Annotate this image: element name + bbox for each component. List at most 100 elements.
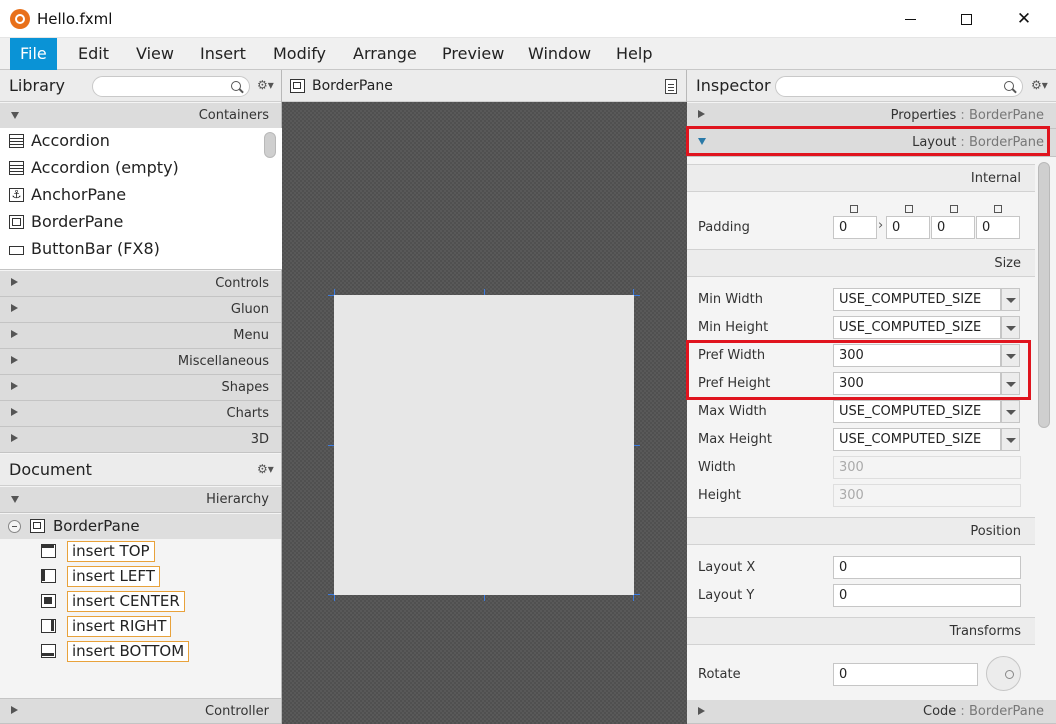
maximize-button[interactable]: [936, 0, 996, 38]
code-section[interactable]: Code : BorderPane: [687, 700, 1056, 724]
list-item[interactable]: BorderPane: [0, 209, 260, 236]
inspector-scrollbar[interactable]: [1038, 162, 1050, 428]
expand-arrow-icon: [11, 382, 18, 390]
controller-section[interactable]: Controller: [0, 698, 281, 724]
padding-bottom-field[interactable]: 0: [931, 216, 975, 239]
pref-width-dropdown[interactable]: [1001, 344, 1020, 367]
expand-arrow-icon: [698, 110, 705, 118]
section-label: Controls: [215, 276, 269, 291]
section-target: BorderPane: [968, 108, 1044, 123]
properties-section[interactable]: Properties : BorderPane: [687, 103, 1056, 129]
library-scrollbar[interactable]: [264, 132, 276, 158]
insert-bottom-slot[interactable]: insert BOTTOM: [67, 641, 190, 662]
library-section-3d[interactable]: 3D: [0, 427, 281, 453]
min-width-combo[interactable]: USE_COMPUTED_SIZE: [833, 288, 1001, 311]
library-section-shapes[interactable]: Shapes: [0, 375, 281, 401]
max-height-combo[interactable]: USE_COMPUTED_SIZE: [833, 428, 1001, 451]
library-section-gluon[interactable]: Gluon: [0, 297, 281, 323]
max-width-dropdown[interactable]: [1001, 400, 1020, 423]
max-height-dropdown[interactable]: [1001, 428, 1020, 451]
rotate-field[interactable]: 0: [833, 663, 978, 686]
section-label: Properties : BorderPane: [891, 108, 1044, 123]
link-arrow-icon[interactable]: ›: [878, 218, 883, 233]
document-header: Document ⚙▾: [0, 454, 281, 486]
list-item[interactable]: Accordion (empty): [0, 155, 260, 182]
menu-edit[interactable]: Edit: [68, 38, 119, 70]
menu-help[interactable]: Help: [606, 38, 662, 70]
hierarchy-row[interactable]: insert RIGHT: [0, 614, 281, 639]
group-internal: Internal: [687, 164, 1035, 192]
library-section-charts[interactable]: Charts: [0, 401, 281, 427]
handle-mark: [634, 594, 640, 595]
layout-section[interactable]: Layout : BorderPane: [687, 129, 1056, 157]
min-width-label: Min Width: [698, 292, 763, 307]
rotate-knob[interactable]: [986, 656, 1021, 691]
insert-center-slot[interactable]: insert CENTER: [67, 591, 185, 612]
max-width-combo[interactable]: USE_COMPUTED_SIZE: [833, 400, 1001, 423]
min-height-combo[interactable]: USE_COMPUTED_SIZE: [833, 316, 1001, 339]
padding-right-icon: [905, 205, 913, 213]
collapse-icon[interactable]: [8, 520, 21, 533]
height-readonly-field: 300: [833, 484, 1021, 507]
handle-mark: [328, 295, 334, 296]
menu-arrange[interactable]: Arrange: [343, 38, 427, 70]
pref-height-dropdown[interactable]: [1001, 372, 1020, 395]
insert-right-slot[interactable]: insert RIGHT: [67, 616, 172, 637]
padding-right-field[interactable]: 0: [886, 216, 930, 239]
section-target: BorderPane: [968, 704, 1044, 719]
menu-preview[interactable]: Preview: [432, 38, 514, 70]
list-item[interactable]: ButtonBar (FX8): [0, 236, 260, 263]
hierarchy-root-row[interactable]: BorderPane: [0, 514, 281, 539]
menu-modify[interactable]: Modify: [263, 38, 336, 70]
hierarchy-row[interactable]: insert CENTER: [0, 589, 281, 614]
borderpane-icon: [290, 79, 305, 93]
pref-height-combo[interactable]: 300: [833, 372, 1001, 395]
borderpane-preview[interactable]: [334, 295, 634, 595]
section-label: Layout : BorderPane: [912, 135, 1044, 150]
min-height-dropdown[interactable]: [1001, 316, 1020, 339]
design-canvas[interactable]: [282, 102, 687, 724]
insert-top-slot[interactable]: insert TOP: [67, 541, 155, 562]
content-title: BorderPane: [312, 78, 393, 94]
layout-y-field[interactable]: 0: [833, 584, 1021, 607]
app-logo-icon: [10, 9, 30, 29]
padding-label: Padding: [698, 220, 750, 235]
hierarchy-row[interactable]: insert TOP: [0, 539, 281, 564]
gear-icon[interactable]: ⚙▾: [257, 78, 274, 92]
hierarchy-row[interactable]: insert LEFT: [0, 564, 281, 589]
menu-file[interactable]: File: [10, 38, 57, 70]
insert-left-slot[interactable]: insert LEFT: [67, 566, 160, 587]
hierarchy-row[interactable]: insert BOTTOM: [0, 639, 281, 664]
document-icon[interactable]: [665, 79, 677, 94]
gear-icon[interactable]: ⚙▾: [257, 462, 274, 476]
close-button[interactable]: ✕: [994, 0, 1054, 38]
menu-insert[interactable]: Insert: [190, 38, 256, 70]
padding-top-field[interactable]: 0: [833, 216, 877, 239]
list-item[interactable]: ⚓ AnchorPane: [0, 182, 260, 209]
menu-view[interactable]: View: [126, 38, 184, 70]
minimize-button[interactable]: [880, 0, 940, 38]
padding-left-field[interactable]: 0: [976, 216, 1020, 239]
section-label: Hierarchy: [206, 492, 269, 507]
collapse-arrow-icon: [11, 496, 19, 503]
library-section-menu[interactable]: Menu: [0, 323, 281, 349]
library-section-controls[interactable]: Controls: [0, 271, 281, 297]
library-section-miscellaneous[interactable]: Miscellaneous: [0, 349, 281, 375]
menu-bar: File Edit View Insert Modify Arrange Pre…: [0, 38, 1056, 70]
gear-icon[interactable]: ⚙▾: [1031, 78, 1048, 92]
list-item[interactable]: Accordion: [0, 128, 260, 155]
rotate-label: Rotate: [698, 667, 741, 682]
library-section-containers[interactable]: Containers: [0, 103, 281, 129]
min-width-dropdown[interactable]: [1001, 288, 1020, 311]
section-sep: :: [956, 135, 969, 150]
group-label: Internal: [970, 171, 1021, 186]
inspector-search-input[interactable]: [775, 76, 1023, 97]
pref-width-combo[interactable]: 300: [833, 344, 1001, 367]
menu-window[interactable]: Window: [518, 38, 601, 70]
section-label: Gluon: [230, 302, 269, 317]
library-search-input[interactable]: [92, 76, 250, 97]
section-name: Layout: [912, 135, 957, 150]
layout-properties: Internal Padding 0 › 0 0 0 Size Min Widt…: [687, 158, 1035, 700]
document-section-hierarchy[interactable]: Hierarchy: [0, 487, 281, 513]
layout-x-field[interactable]: 0: [833, 556, 1021, 579]
